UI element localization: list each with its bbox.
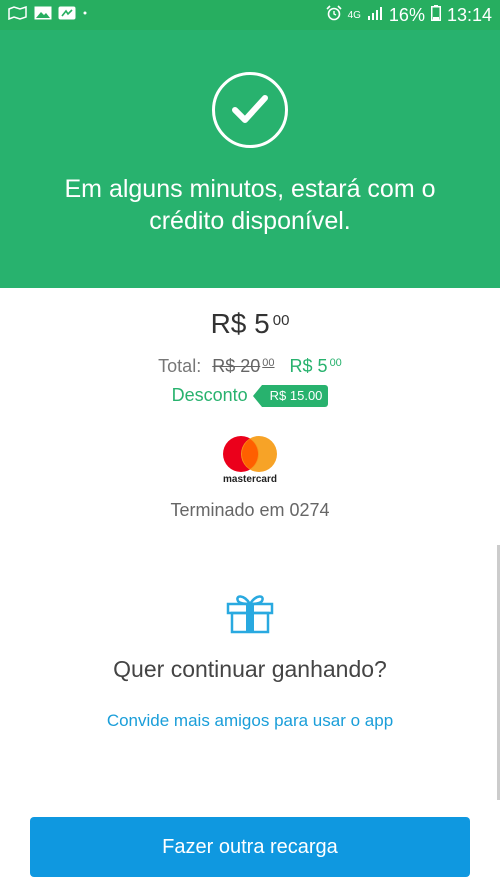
discount-label: Desconto [171,385,248,405]
final-price: R$ 5 00 [290,356,342,376]
amount-main: R$ 5 [210,308,270,339]
original-price-cents: 00 [262,357,275,369]
network-type: 4G [347,9,361,21]
status-bar: 4G 16% 13:14 [0,0,500,30]
status-bar-left [8,5,88,25]
clock: 13:14 [446,4,492,25]
amount-cents: 00 [272,312,290,329]
gift-icon [225,592,275,639]
card-ending: Terminado em 0274 [170,500,330,520]
fb-messenger-icon [58,6,76,25]
gallery-icon [34,6,52,25]
battery-percentage: 16% [388,4,425,25]
maps-icon [8,5,28,25]
success-message: Em alguns minutos, estará com o crédito … [64,175,436,235]
total-line: Total: R$ 20 00 R$ 5 00 [0,356,500,377]
discount-line: Desconto R$ 15.00 [0,385,500,407]
success-header: Em alguns minutos, estará com o crédito … [0,30,500,288]
discount-badge: R$ 15.00 [252,385,329,407]
check-circle-icon [212,72,288,148]
total-label: Total: [158,356,202,376]
new-recharge-button[interactable]: Fazer outra recarga [30,817,470,877]
invite-friends-link[interactable]: Convide mais amigos para usar o app [0,711,500,731]
signal-icon [367,6,383,25]
final-price-main: R$ 5 [289,356,328,376]
recharge-amount: R$ 5 00 [0,308,500,340]
final-price-cents: 00 [329,357,342,369]
battery-icon [430,4,441,26]
original-price: R$ 20 00 [212,356,274,376]
alarm-icon [326,4,342,26]
original-price-main: R$ 20 [212,356,261,376]
status-bar-right: 4G 16% 13:14 [326,4,492,26]
notification-dot-icon [82,6,88,25]
promo-title: Quer continuar ganhando? [113,656,387,682]
card-brand-label: mastercard [223,474,277,485]
